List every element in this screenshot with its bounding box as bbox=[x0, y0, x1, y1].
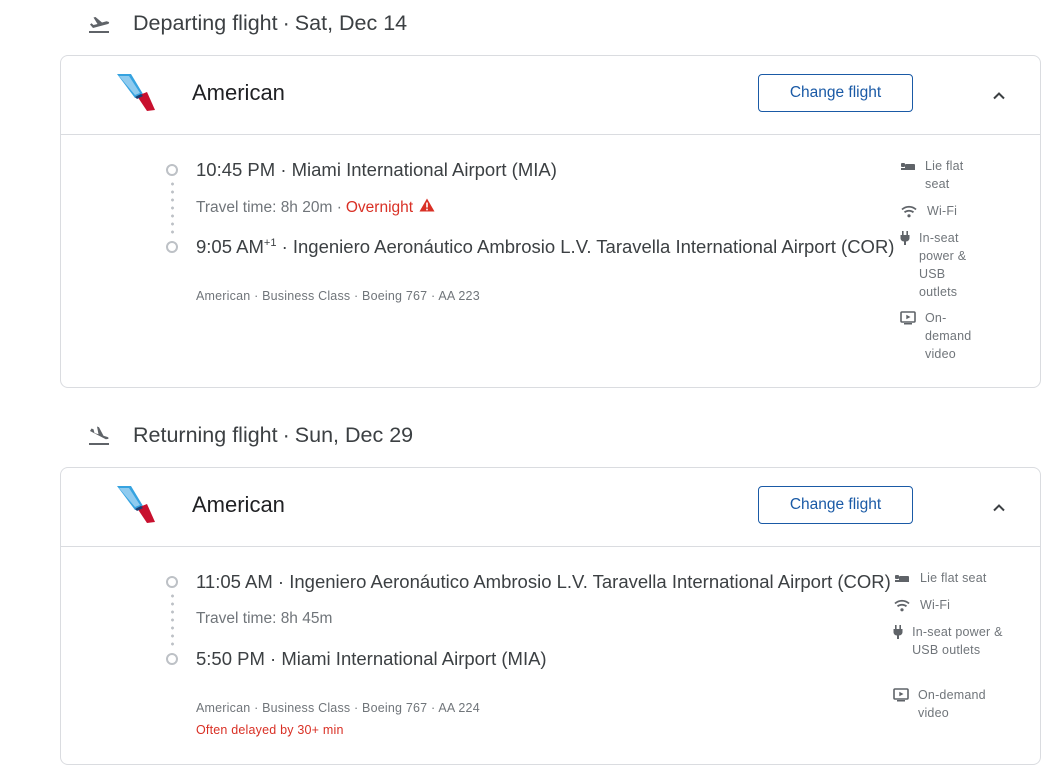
card-header: American Change flight bbox=[61, 56, 1040, 135]
section-separator: · bbox=[282, 10, 290, 35]
timeline-end-dot bbox=[166, 241, 178, 253]
arrival-airport: · Ingeniero Aeronáutico Ambrosio L.V. Ta… bbox=[276, 236, 895, 257]
seat-icon bbox=[900, 157, 916, 175]
chevron-up-icon[interactable] bbox=[987, 496, 1011, 520]
amenity-seat: Lie flat seat bbox=[893, 569, 1003, 587]
amenity-seat: Lie flat seat bbox=[900, 157, 980, 193]
amenity-text: On-demand video bbox=[925, 311, 972, 361]
amenity-text: Wi-Fi bbox=[927, 204, 958, 218]
amenity-text: Lie flat seat bbox=[920, 571, 987, 585]
section-date: Sun, Dec 29 bbox=[294, 422, 414, 447]
travel-time: Travel time: 8h 45m bbox=[196, 610, 332, 628]
airline-name: American bbox=[192, 80, 285, 105]
timeline-end-dot bbox=[166, 653, 178, 665]
timeline-connector bbox=[170, 180, 174, 238]
next-day-indicator: +1 bbox=[263, 236, 277, 249]
timeline-start-dot bbox=[166, 164, 178, 176]
power-plug-icon bbox=[893, 623, 903, 641]
arrival-info: 9:05 AM+1 · Ingeniero Aeronáutico Ambros… bbox=[196, 236, 894, 258]
american-airlines-logo bbox=[113, 484, 157, 528]
departure-info: 11:05 AM · Ingeniero Aeronáutico Ambrosi… bbox=[196, 571, 891, 592]
amenity-text: Wi-Fi bbox=[920, 598, 951, 612]
arrival-time: 9:05 AM bbox=[196, 236, 264, 257]
seat-icon bbox=[893, 569, 911, 587]
returning-flight-card: American Change flight 11:05 AM · Ingeni… bbox=[60, 467, 1041, 765]
warning-icon bbox=[419, 198, 435, 217]
timeline-start-dot bbox=[166, 576, 178, 588]
departing-section-header: Departing flight · Sat, Dec 14 bbox=[86, 5, 407, 41]
amenity-wifi: Wi-Fi bbox=[893, 596, 1003, 614]
video-icon bbox=[893, 686, 909, 704]
amenity-wifi: Wi-Fi bbox=[900, 202, 980, 220]
section-separator: · bbox=[282, 422, 290, 447]
amenity-text: In-seat power & USB outlets bbox=[919, 231, 967, 299]
departing-flight-card: American Change flight 10:45 PM · Miami … bbox=[60, 55, 1041, 388]
change-flight-button[interactable]: Change flight bbox=[758, 74, 913, 112]
amenity-video: On-demand video bbox=[900, 309, 980, 363]
amenity-text: On-demand video bbox=[918, 688, 986, 720]
airline-name: American bbox=[192, 492, 285, 517]
section-title: Departing flight bbox=[133, 10, 278, 35]
card-header: American Change flight bbox=[61, 468, 1040, 547]
change-flight-button[interactable]: Change flight bbox=[758, 486, 913, 524]
flight-details: American · Business Class · Boeing 767 ·… bbox=[196, 289, 480, 303]
section-date: Sat, Dec 14 bbox=[294, 10, 408, 35]
amenity-text: In-seat power & USB outlets bbox=[912, 625, 1003, 657]
timeline-connector bbox=[170, 592, 174, 650]
video-icon bbox=[900, 309, 916, 327]
travel-time-text: Travel time: 8h 45m bbox=[196, 610, 333, 627]
overnight-warning: Overnight bbox=[345, 198, 414, 216]
power-plug-icon bbox=[900, 229, 910, 247]
amenity-text: Lie flat seat bbox=[925, 159, 964, 191]
amenity-power: In-seat power & USB outlets bbox=[893, 623, 1003, 659]
travel-time-text: Travel time: 8h 20m · bbox=[196, 198, 342, 216]
wifi-icon bbox=[893, 596, 911, 614]
amenity-video: On-demand video bbox=[893, 686, 1003, 722]
american-airlines-logo bbox=[113, 72, 157, 116]
section-title: Returning flight bbox=[133, 422, 278, 447]
chevron-up-icon[interactable] bbox=[987, 84, 1011, 108]
flight-details: American · Business Class · Boeing 767 ·… bbox=[196, 701, 480, 715]
wifi-icon bbox=[900, 202, 918, 220]
departure-info: 10:45 PM · Miami International Airport (… bbox=[196, 159, 557, 180]
flight-takeoff-icon bbox=[86, 11, 112, 35]
delay-warning: Often delayed by 30+ min bbox=[196, 723, 344, 737]
flight-land-icon bbox=[86, 423, 112, 447]
returning-section-header: Returning flight · Sun, Dec 29 bbox=[86, 417, 413, 453]
amenity-power: In-seat power & USB outlets bbox=[900, 229, 980, 301]
arrival-info: 5:50 PM · Miami International Airport (M… bbox=[196, 648, 547, 669]
travel-time: Travel time: 8h 20m · Overnight bbox=[196, 198, 435, 217]
